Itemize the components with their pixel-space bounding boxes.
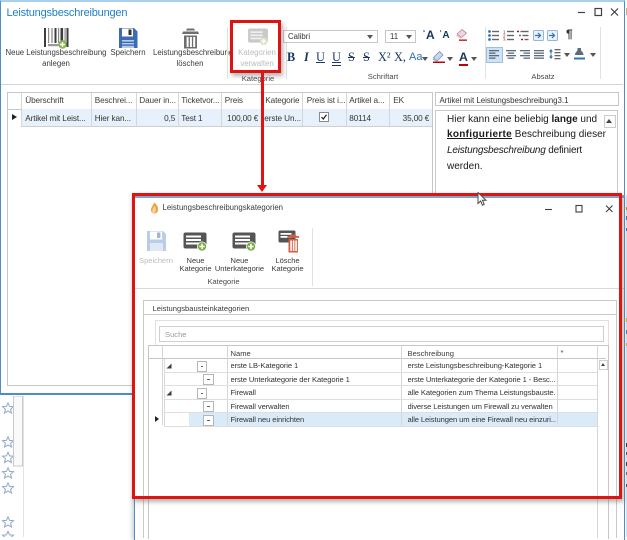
svg-text:3: 3 (503, 37, 506, 41)
